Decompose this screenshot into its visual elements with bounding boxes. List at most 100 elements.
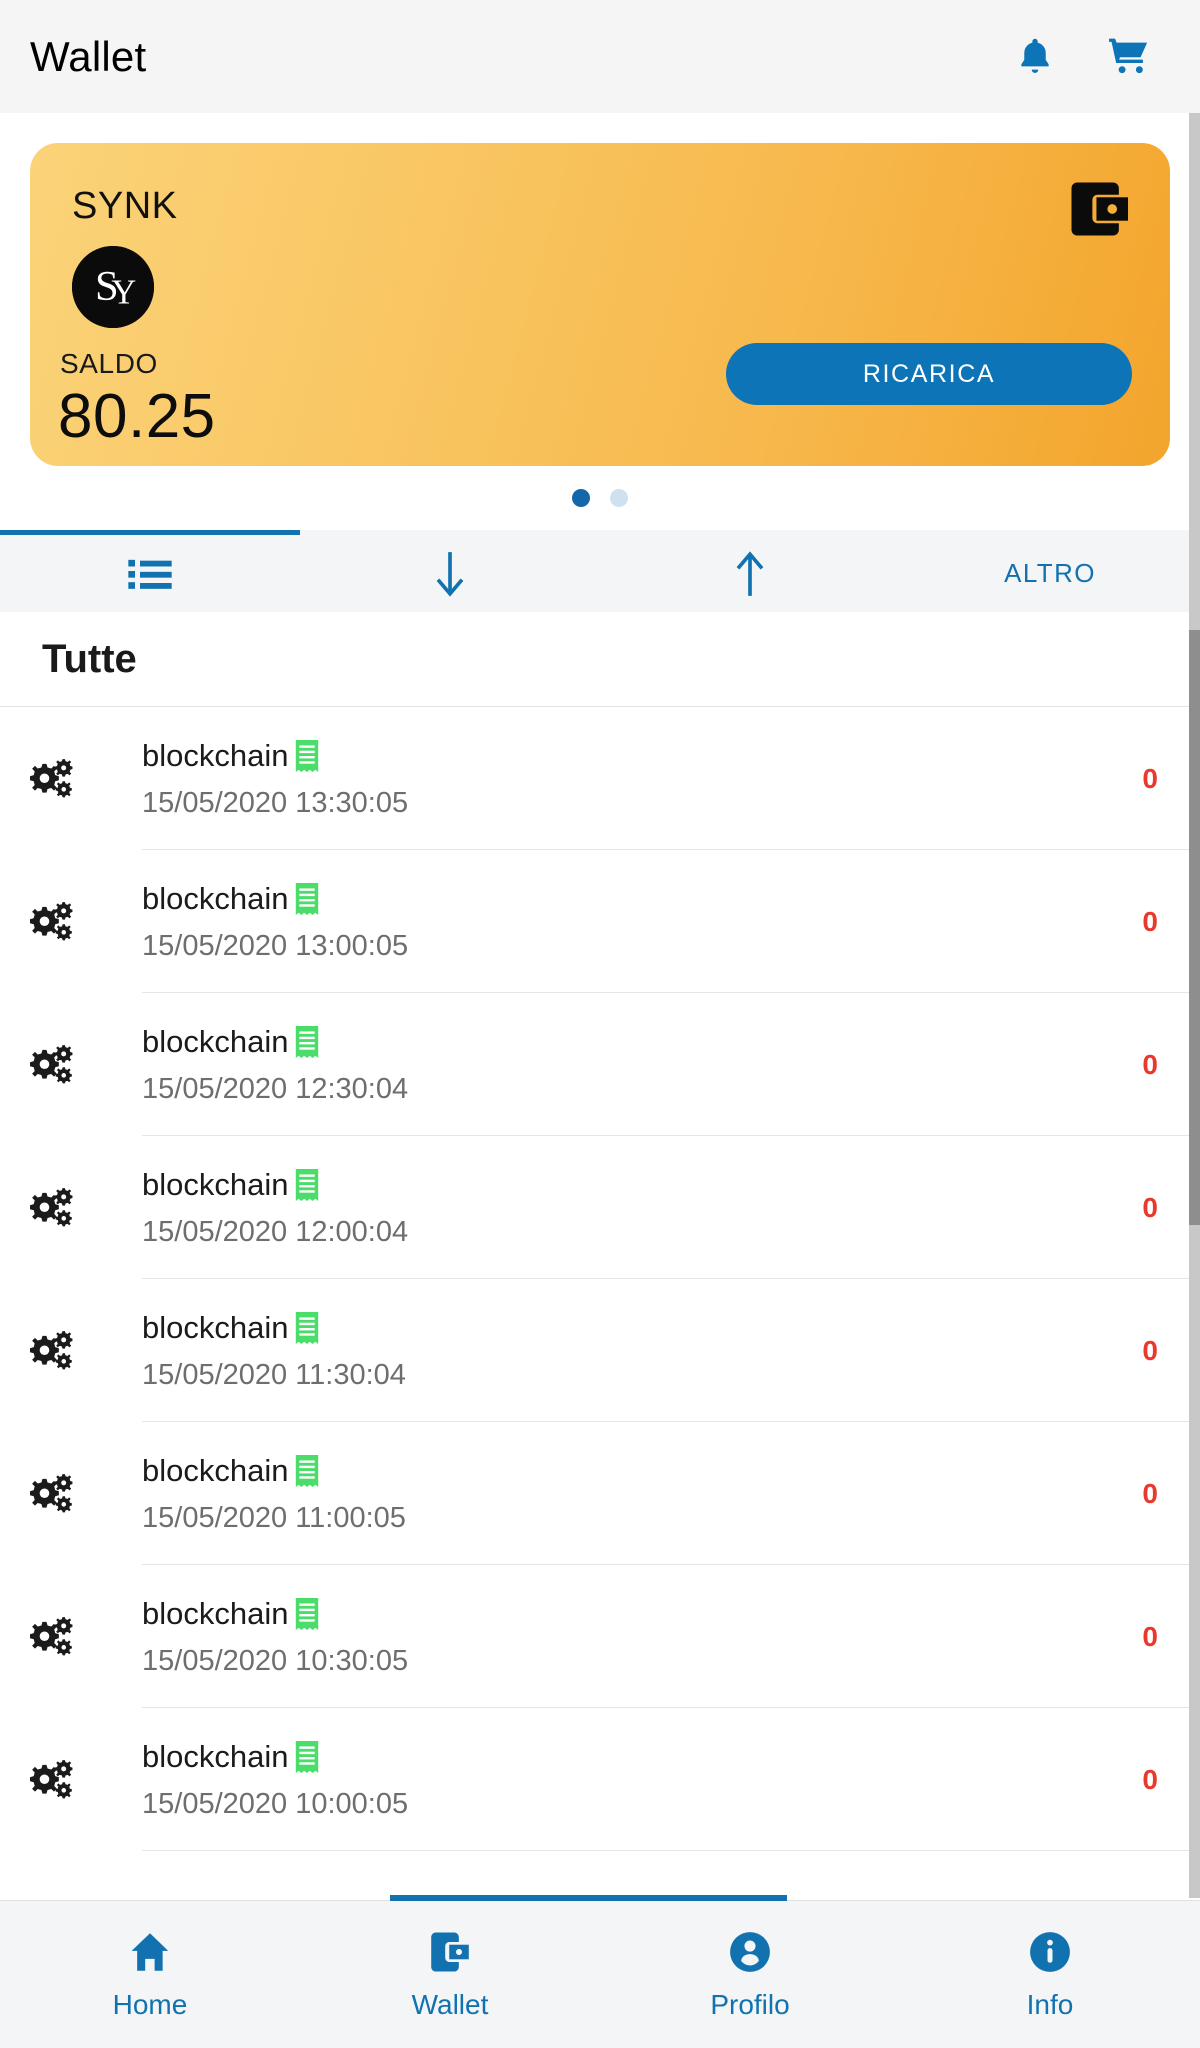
wallet-card-carousel: SYNK S Y SALDO 80.25 RICARICA xyxy=(0,113,1200,466)
list-icon xyxy=(128,559,172,589)
home-icon xyxy=(127,1929,173,1975)
transaction-title: blockchain xyxy=(142,1024,1142,1060)
nav-home[interactable]: Home xyxy=(0,1901,300,2048)
transaction-title: blockchain xyxy=(142,1167,1142,1203)
carousel-pagination xyxy=(0,466,1200,530)
topup-button[interactable]: RICARICA xyxy=(726,343,1132,405)
transaction-amount: 0 xyxy=(1142,1477,1158,1509)
card-brand-name: SYNK xyxy=(72,185,178,227)
gears-icon xyxy=(30,1186,90,1230)
transaction-amount: 0 xyxy=(1142,1334,1158,1366)
transaction-details: blockchain 15/05/2020 10:00:05 xyxy=(142,1739,1142,1821)
transaction-amount: 0 xyxy=(1142,1620,1158,1652)
receipt-icon xyxy=(294,1025,320,1058)
gears-icon xyxy=(30,757,90,801)
wallet-icon xyxy=(427,1929,473,1975)
transaction-filter-tabs: ALTRO xyxy=(0,530,1200,612)
transaction-amount: 0 xyxy=(1142,905,1158,937)
tab-incoming[interactable] xyxy=(300,535,600,612)
receipt-icon xyxy=(294,1740,320,1773)
transaction-title: blockchain xyxy=(142,1310,1142,1346)
transaction-title: blockchain xyxy=(142,738,1142,774)
transaction-details: blockchain 15/05/2020 11:30:04 xyxy=(142,1310,1142,1392)
tab-more[interactable]: ALTRO xyxy=(900,535,1200,612)
nav-info[interactable]: Info xyxy=(900,1901,1200,2048)
nav-info-label: Info xyxy=(1026,1988,1074,2020)
transaction-details: blockchain 15/05/2020 10:30:05 xyxy=(142,1596,1142,1678)
transaction-list: blockchain 15/05/2020 13:30:05 0 blockchain… xyxy=(0,707,1200,1851)
wallet-card[interactable]: SYNK S Y SALDO 80.25 RICARICA xyxy=(30,143,1170,466)
transaction-row[interactable]: blockchain 15/05/2020 10:00:05 0 xyxy=(0,1708,1200,1851)
transaction-title-text: blockchain xyxy=(142,1452,289,1488)
transaction-details: blockchain 15/05/2020 11:00:05 xyxy=(142,1453,1142,1535)
transaction-title-text: blockchain xyxy=(142,880,289,916)
page-title: Wallet xyxy=(30,32,147,80)
gears-icon xyxy=(30,1472,90,1516)
shopping-cart-icon[interactable] xyxy=(1106,34,1152,80)
header-actions xyxy=(1012,34,1172,80)
tab-all[interactable] xyxy=(0,535,300,612)
transaction-title: blockchain xyxy=(142,881,1142,917)
transaction-title-text: blockchain xyxy=(142,1166,289,1202)
transaction-details: blockchain 15/05/2020 12:30:04 xyxy=(142,1024,1142,1106)
transaction-row[interactable]: blockchain 15/05/2020 13:30:05 0 xyxy=(0,707,1200,850)
carousel-dot-1[interactable] xyxy=(572,489,590,507)
receipt-icon xyxy=(294,1454,320,1487)
receipt-icon xyxy=(294,1597,320,1630)
transaction-date: 15/05/2020 11:30:04 xyxy=(142,1358,406,1391)
nav-profile[interactable]: Profilo xyxy=(600,1901,900,2048)
transaction-amount: 0 xyxy=(1142,1191,1158,1223)
nav-wallet[interactable]: Wallet xyxy=(300,1901,600,2048)
transaction-details: blockchain 15/05/2020 12:00:04 xyxy=(142,1167,1142,1249)
transaction-row[interactable]: blockchain 15/05/2020 10:30:05 0 xyxy=(0,1565,1200,1708)
transaction-title: blockchain xyxy=(142,1739,1142,1775)
carousel-dot-2[interactable] xyxy=(610,489,628,507)
gears-icon xyxy=(30,1758,90,1802)
section-title: Tutte xyxy=(42,636,137,681)
transaction-row[interactable]: blockchain 15/05/2020 11:30:04 0 xyxy=(0,1279,1200,1422)
tab-more-label: ALTRO xyxy=(1004,558,1096,588)
transaction-title: blockchain xyxy=(142,1453,1142,1489)
transaction-title-text: blockchain xyxy=(142,737,289,773)
transaction-date: 15/05/2020 11:00:05 xyxy=(142,1501,406,1534)
transaction-row[interactable]: blockchain 15/05/2020 12:00:04 0 xyxy=(0,1136,1200,1279)
transaction-details: blockchain 15/05/2020 13:00:05 xyxy=(142,881,1142,963)
arrow-up-icon xyxy=(733,550,767,598)
receipt-icon xyxy=(294,739,320,772)
transaction-row[interactable]: blockchain 15/05/2020 13:00:05 0 xyxy=(0,850,1200,993)
bottom-navigation: Home Wallet Profilo Info xyxy=(0,1895,1200,2048)
nav-wallet-label: Wallet xyxy=(411,1988,489,2020)
info-icon xyxy=(1027,1929,1073,1975)
wallet-icon xyxy=(1068,181,1130,237)
transaction-date: 15/05/2020 10:00:05 xyxy=(142,1787,409,1820)
transaction-date: 15/05/2020 13:00:05 xyxy=(142,929,409,962)
transaction-row[interactable]: blockchain 15/05/2020 12:30:04 0 xyxy=(0,993,1200,1136)
receipt-icon xyxy=(294,1168,320,1201)
arrow-down-icon xyxy=(433,550,467,598)
active-tab-indicator xyxy=(0,530,300,535)
page-scrollbar-thumb[interactable] xyxy=(1189,630,1200,1225)
tab-outgoing[interactable] xyxy=(600,535,900,612)
transaction-date: 15/05/2020 12:30:04 xyxy=(142,1072,409,1105)
nav-home-label: Home xyxy=(112,1988,188,2020)
transaction-amount: 0 xyxy=(1142,762,1158,794)
transactions-section-header: Tutte xyxy=(0,612,1200,707)
person-icon xyxy=(727,1929,773,1975)
transaction-title-text: blockchain xyxy=(142,1595,289,1631)
transaction-row[interactable]: blockchain 15/05/2020 11:00:05 0 xyxy=(0,1422,1200,1565)
receipt-icon xyxy=(294,882,320,915)
nav-profile-label: Profilo xyxy=(710,1988,790,2020)
gears-icon xyxy=(30,1043,90,1087)
gears-icon xyxy=(30,1329,90,1373)
transaction-date: 15/05/2020 10:30:05 xyxy=(142,1644,409,1677)
transaction-date: 15/05/2020 13:30:05 xyxy=(142,786,409,819)
notifications-bell-icon[interactable] xyxy=(1012,34,1058,80)
receipt-icon xyxy=(294,1311,320,1344)
svg-text:Y: Y xyxy=(111,273,136,311)
synk-coin-logo-icon: S Y xyxy=(72,246,154,328)
gears-icon xyxy=(30,900,90,944)
app-header: Wallet xyxy=(0,0,1200,113)
balance-value: 80.25 xyxy=(58,382,216,451)
transaction-title-text: blockchain xyxy=(142,1738,289,1774)
transaction-amount: 0 xyxy=(1142,1763,1158,1795)
